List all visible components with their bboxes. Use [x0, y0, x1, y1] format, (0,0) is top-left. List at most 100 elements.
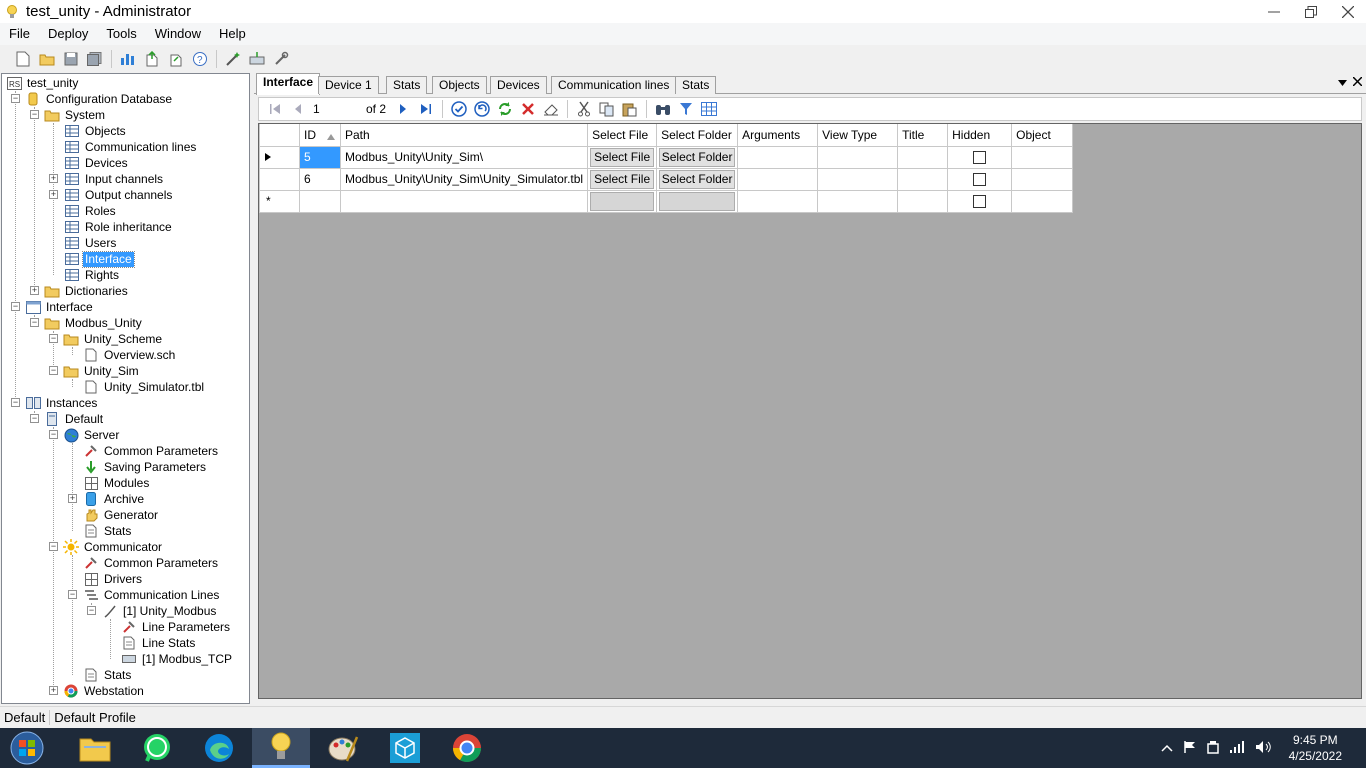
tree-node-devices[interactable]: Devices: [64, 155, 130, 171]
collapse-toggle[interactable]: −: [11, 398, 20, 407]
paste-button[interactable]: [620, 99, 640, 119]
tree-node-objects[interactable]: Objects: [64, 123, 128, 139]
tree-node-line-stats[interactable]: Line Stats: [121, 635, 197, 651]
tree-node-roles[interactable]: Roles: [64, 203, 118, 219]
hidden-checkbox[interactable]: [973, 194, 987, 208]
menu-file[interactable]: File: [0, 23, 39, 45]
clear-button[interactable]: [541, 99, 561, 119]
cell-arguments[interactable]: [737, 145, 819, 169]
tree-node-rights[interactable]: Rights: [64, 267, 121, 283]
cell-title[interactable]: [897, 145, 949, 169]
copy-button[interactable]: [597, 99, 617, 119]
cell-title[interactable]: [897, 167, 949, 191]
cell-view-type[interactable]: [817, 145, 899, 169]
close-tab-button[interactable]: [1352, 75, 1363, 89]
refresh-button[interactable]: [495, 99, 515, 119]
select-file-button[interactable]: Select File: [590, 147, 655, 167]
tree-node-interface-table[interactable]: Interface: [64, 250, 135, 268]
tree-node-role-inheritance[interactable]: Role inheritance: [64, 219, 174, 235]
tree-node-interface[interactable]: − Interface: [11, 299, 95, 315]
tree-node-unity-sim[interactable]: − Unity_Sim: [49, 363, 141, 379]
expand-toggle[interactable]: +: [49, 686, 58, 695]
device-tray-button[interactable]: [1206, 740, 1219, 757]
tab-list-dropdown[interactable]: [1338, 75, 1347, 89]
tab-objects[interactable]: Objects: [432, 76, 487, 94]
tab-stats-2[interactable]: Stats: [675, 76, 717, 94]
tree-node-comm-common-parameters[interactable]: Common Parameters: [83, 555, 220, 571]
expand-toggle[interactable]: +: [49, 190, 58, 199]
select-file-button[interactable]: [590, 191, 655, 211]
close-window-button[interactable]: [1329, 0, 1366, 23]
cell-object[interactable]: [1011, 145, 1074, 169]
move-last-button[interactable]: [416, 99, 436, 119]
tree-node-users[interactable]: Users: [64, 235, 118, 251]
move-previous-button[interactable]: [288, 99, 308, 119]
column-header-select-folder[interactable]: Select Folder: [656, 124, 739, 147]
new-row[interactable]: *: [259, 189, 1074, 213]
move-next-button[interactable]: [393, 99, 413, 119]
column-header-object[interactable]: Object: [1011, 124, 1074, 147]
cell-id[interactable]: 5: [299, 145, 341, 169]
cell-view-type[interactable]: [817, 189, 899, 213]
move-first-button[interactable]: [265, 99, 285, 119]
collapse-toggle[interactable]: −: [49, 366, 58, 375]
tree-node-default[interactable]: − Default: [30, 411, 105, 427]
select-folder-button[interactable]: Select Folder: [659, 147, 736, 167]
collapse-toggle[interactable]: −: [11, 302, 20, 311]
position-input[interactable]: [311, 100, 359, 118]
hidden-checkbox[interactable]: [973, 150, 987, 164]
taskbar-paint[interactable]: [314, 728, 372, 768]
table-row[interactable]: 5 Modbus_Unity\Unity_Sim\ Select File Se…: [259, 145, 1074, 169]
cell-object[interactable]: [1011, 167, 1074, 191]
tree-node-configuration-database[interactable]: − Configuration Database: [11, 91, 174, 107]
network-tray-button[interactable]: [1229, 740, 1245, 756]
select-folder-button[interactable]: Select Folder: [659, 169, 736, 189]
collapse-toggle[interactable]: −: [11, 94, 20, 103]
column-header-path[interactable]: Path: [339, 124, 589, 147]
collapse-toggle[interactable]: −: [30, 414, 39, 423]
menu-window[interactable]: Window: [146, 23, 210, 45]
tree-node-communication-lines[interactable]: Communication lines: [64, 139, 198, 155]
undo-button[interactable]: [472, 99, 492, 119]
taskbar-file-explorer[interactable]: [66, 728, 124, 768]
collapse-toggle[interactable]: −: [30, 318, 39, 327]
volume-tray-button[interactable]: [1255, 740, 1271, 757]
cell-path[interactable]: Modbus_Unity\Unity_Sim\: [339, 145, 589, 169]
row-header[interactable]: [259, 167, 300, 191]
table-row[interactable]: 6 Modbus_Unity\Unity_Sim\Unity_Simulator…: [259, 167, 1074, 191]
collapse-toggle[interactable]: −: [49, 334, 58, 343]
expand-toggle[interactable]: +: [68, 494, 77, 503]
collapse-toggle[interactable]: −: [49, 430, 58, 439]
tree-node-communicator[interactable]: − Communicator: [49, 539, 164, 555]
tab-interface[interactable]: Interface: [256, 73, 321, 95]
cell-id[interactable]: 6: [299, 167, 341, 191]
chart-button[interactable]: [117, 48, 139, 70]
tree-node-unity-scheme[interactable]: − Unity_Scheme: [49, 331, 164, 347]
tree-node-instances[interactable]: − Instances: [11, 395, 99, 411]
tree-node-saving-parameters[interactable]: Saving Parameters: [83, 459, 208, 475]
menu-deploy[interactable]: Deploy: [39, 23, 97, 45]
minimize-button[interactable]: [1255, 0, 1292, 23]
open-button[interactable]: [36, 48, 58, 70]
select-folder-button[interactable]: [659, 191, 736, 211]
collapse-toggle[interactable]: −: [30, 110, 39, 119]
taskbar-3d-app[interactable]: [376, 728, 434, 768]
hidden-checkbox[interactable]: [973, 172, 987, 186]
restore-button[interactable]: [1292, 0, 1329, 23]
column-header-title[interactable]: Title: [897, 124, 949, 147]
column-header-view-type[interactable]: View Type: [817, 124, 899, 147]
menu-help[interactable]: Help: [210, 23, 255, 45]
filter-button[interactable]: [676, 99, 696, 119]
tree-node-root[interactable]: RS test_unity: [6, 75, 80, 91]
help-button[interactable]: ?: [189, 48, 211, 70]
start-button[interactable]: [0, 728, 54, 768]
tree-node-drivers[interactable]: Drivers: [83, 571, 144, 587]
action-center-flag[interactable]: [1183, 740, 1197, 757]
cell-arguments[interactable]: [737, 189, 819, 213]
menu-tools[interactable]: Tools: [97, 23, 145, 45]
cell-path[interactable]: [339, 189, 589, 213]
collapse-toggle[interactable]: −: [68, 590, 77, 599]
tree-node-modbus-unity[interactable]: − Modbus_Unity: [30, 315, 144, 331]
column-header-select-file[interactable]: Select File: [587, 124, 658, 147]
grid-settings-button[interactable]: [699, 99, 719, 119]
